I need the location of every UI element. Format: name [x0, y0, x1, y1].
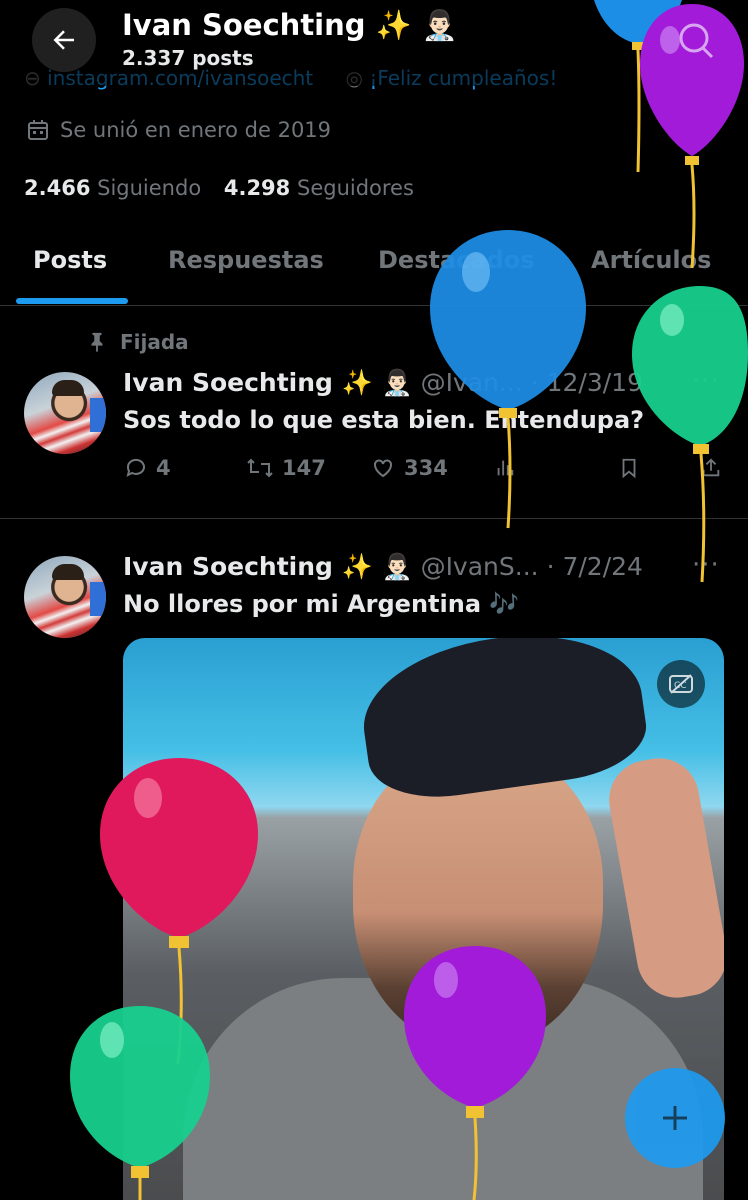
share-button[interactable] [700, 456, 722, 480]
post-divider [0, 518, 748, 519]
post-text: No llores por mi Argentina 🎶 [123, 590, 520, 618]
following-link[interactable]: 2.466 Siguiendo [24, 176, 217, 200]
balloon-decoration [632, 286, 748, 583]
followers-label: Seguidores [296, 176, 414, 200]
joined-text: Se unió en enero de 2019 [60, 118, 332, 142]
post-author-handle[interactable]: @Ivan... [421, 368, 523, 397]
profile-header: Ivan Soechting ✨ 👨🏻‍⚕️ 2.337 posts [0, 0, 748, 86]
bookmark-icon [622, 458, 636, 479]
post-header: Ivan Soechting ✨ 👨🏻‍⚕️ @IvanS... · 7/2/2… [123, 552, 643, 582]
views-icon [497, 460, 514, 476]
plus-icon [663, 1106, 687, 1130]
reply-icon [126, 458, 145, 477]
video-frame-shape [353, 748, 603, 1048]
repost-button[interactable]: 147 [246, 456, 326, 480]
more-icon[interactable]: ··· [692, 366, 720, 396]
pinned-indicator: Fijada [86, 330, 189, 354]
bookmark-button[interactable] [618, 456, 640, 480]
following-label: Siguiendo [97, 176, 202, 200]
share-icon [702, 458, 720, 477]
header-post-count: 2.337 posts [122, 46, 254, 70]
like-button[interactable]: 334 [370, 456, 448, 480]
calendar-icon [28, 120, 48, 140]
tab-articles[interactable]: Artículos [591, 246, 711, 274]
back-button[interactable] [32, 8, 96, 72]
active-tab-indicator [16, 298, 128, 304]
avatar-hair-shape [52, 380, 84, 396]
profile-tabs: Posts Respuestas Destacados Artículos [0, 238, 748, 306]
video-frame-shape [353, 638, 653, 807]
back-arrow-icon [53, 30, 74, 50]
avatar-background-shape [90, 582, 106, 616]
followers-count: 4.298 [223, 176, 291, 200]
header-profile-name: Ivan Soechting ✨ 👨🏻‍⚕️ [122, 8, 458, 42]
more-icon[interactable]: ··· [692, 550, 720, 580]
like-count: 334 [404, 456, 448, 480]
tab-posts[interactable]: Posts [33, 246, 107, 274]
compose-post-button[interactable] [625, 1068, 725, 1168]
post-author-name[interactable]: Ivan Soechting ✨ 👨🏻‍⚕️ [123, 552, 413, 581]
tab-replies[interactable]: Respuestas [168, 246, 324, 274]
views-button[interactable] [494, 456, 516, 480]
pin-icon [91, 332, 103, 353]
post-author-handle[interactable]: @IvanS... [421, 552, 539, 581]
avatar-hair-shape [52, 564, 84, 580]
post-date[interactable]: · 12/3/19 [531, 368, 643, 397]
video-frame-shape [602, 752, 724, 1004]
followers-link[interactable]: 4.298 Seguidores [224, 176, 430, 200]
repost-count: 147 [282, 456, 326, 480]
like-icon [374, 459, 392, 478]
follow-stats: 2.466 Siguiendo 4.298 Seguidores [24, 176, 430, 200]
post-date[interactable]: · 7/2/24 [547, 552, 643, 581]
tab-highlights[interactable]: Destacados [378, 246, 535, 274]
post-header: Ivan Soechting ✨ 👨🏻‍⚕️ @Ivan... · 12/3/1… [123, 368, 643, 398]
joined-date: Se unió en enero de 2019 [26, 118, 331, 142]
following-count: 2.466 [24, 176, 91, 200]
post-actions: 4 147 334 [0, 456, 748, 488]
captions-off-icon: CC [669, 674, 693, 694]
post-text: Sos todo lo que esta bien. Entendupa? [123, 406, 645, 434]
captions-off-button[interactable]: CC [657, 660, 705, 708]
avatar[interactable] [24, 556, 106, 638]
reply-button[interactable]: 4 [124, 456, 171, 480]
avatar[interactable] [24, 372, 106, 454]
post-author-name[interactable]: Ivan Soechting ✨ 👨🏻‍⚕️ [123, 368, 413, 397]
pinned-label: Fijada [120, 330, 189, 354]
avatar-background-shape [90, 398, 106, 432]
repost-icon [247, 458, 273, 478]
reply-count: 4 [156, 456, 171, 480]
